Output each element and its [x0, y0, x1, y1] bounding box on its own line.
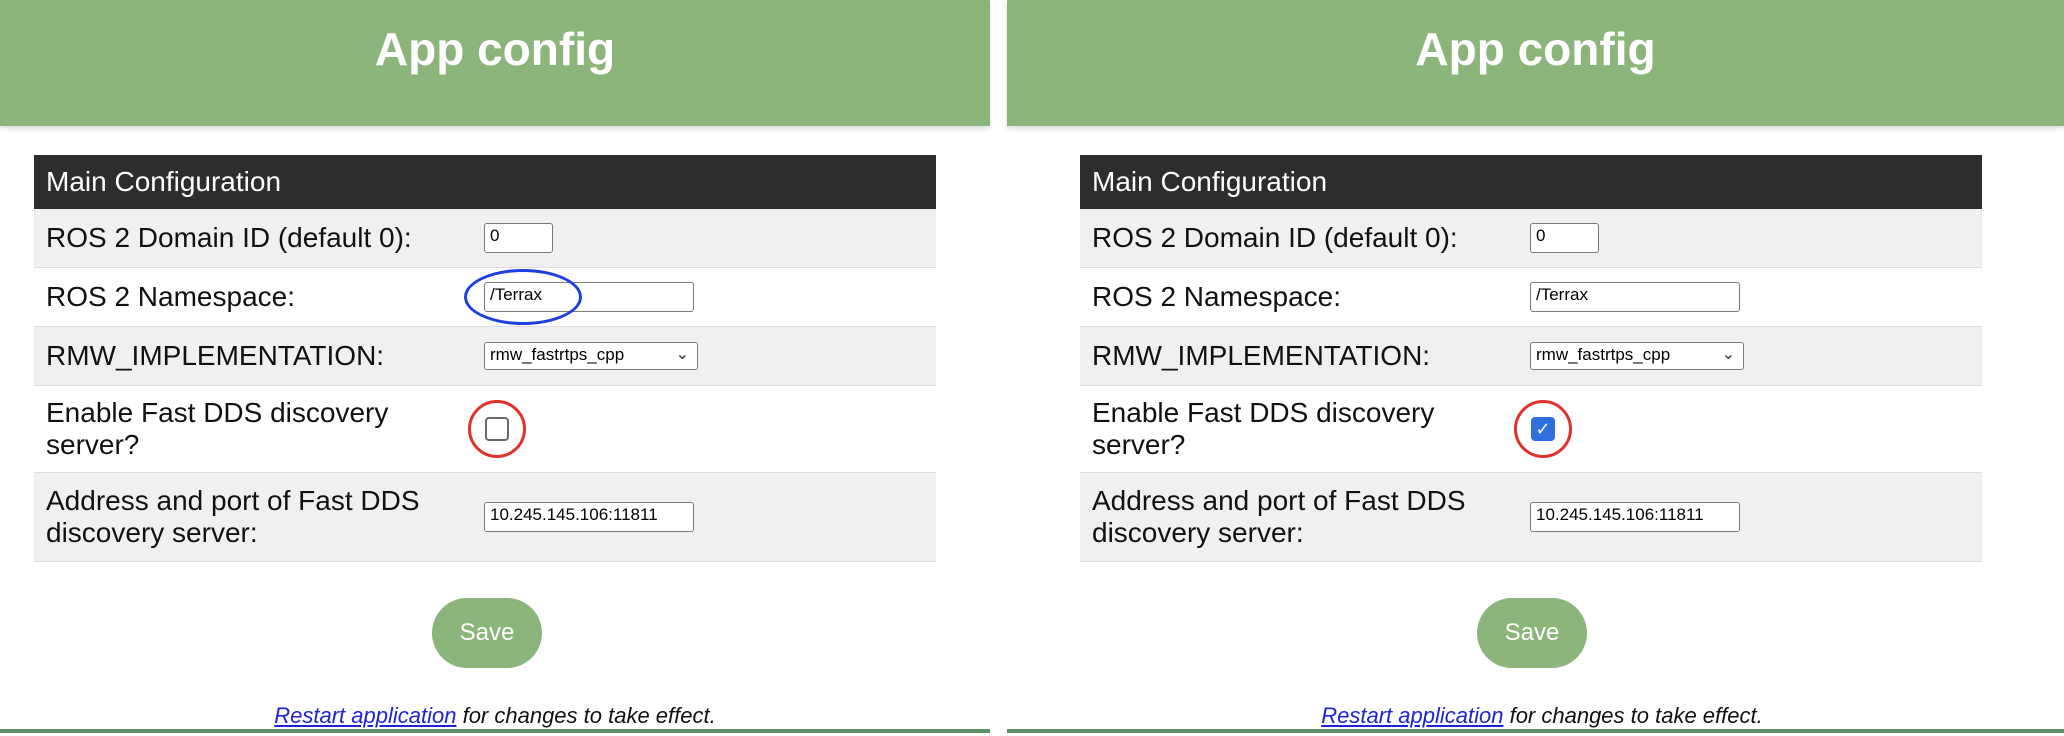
discovery-address-label: Address and port of Fast DDS discovery s…	[1080, 485, 1530, 549]
namespace-input[interactable]: /Terrax	[1530, 282, 1740, 312]
rmw-row: RMW_IMPLEMENTATION: rmw_fastrtps_cpp ⌄	[34, 327, 936, 386]
domain-id-label: ROS 2 Domain ID (default 0):	[46, 222, 412, 253]
main-config-card: Main Configuration ROS 2 Domain ID (defa…	[34, 155, 936, 562]
discovery-enable-label-line1: Enable Fast DDS discovery	[1092, 397, 1435, 428]
rmw-label: RMW_IMPLEMENTATION:	[46, 340, 385, 371]
save-button[interactable]: Save	[1477, 598, 1587, 668]
discovery-enable-row: Enable Fast DDS discovery server?	[34, 386, 936, 473]
discovery-enable-label-line1: Enable Fast DDS discovery	[46, 397, 389, 428]
highlight-annotation-red	[1514, 400, 1572, 458]
restart-application-link[interactable]: Restart application	[1321, 703, 1503, 728]
restart-note-text: for changes to take effect.	[456, 703, 716, 728]
rmw-row: RMW_IMPLEMENTATION: rmw_fastrtps_cpp ⌄	[1080, 327, 1982, 386]
rmw-selected-value: rmw_fastrtps_cpp	[490, 345, 625, 364]
domain-id-input[interactable]: 0	[484, 223, 553, 253]
footer-divider	[0, 729, 990, 733]
discovery-address-input[interactable]: 10.245.145.106:11811	[484, 502, 694, 532]
main-config-card: Main Configuration ROS 2 Domain ID (defa…	[1080, 155, 1982, 562]
discovery-address-label-line2: discovery server:	[46, 517, 258, 548]
app-header: App config	[1007, 0, 2064, 126]
footer-divider	[1007, 729, 2064, 733]
rmw-label: RMW_IMPLEMENTATION:	[1092, 340, 1431, 371]
discovery-address-label: Address and port of Fast DDS discovery s…	[34, 485, 484, 549]
config-panel-before: App config Main Configuration ROS 2 Doma…	[0, 0, 990, 736]
domain-id-label: ROS 2 Domain ID (default 0):	[1092, 222, 1458, 253]
restart-note: Restart application for changes to take …	[0, 703, 990, 729]
discovery-address-row: Address and port of Fast DDS discovery s…	[34, 473, 936, 562]
app-header: App config	[0, 0, 990, 126]
rmw-select[interactable]: rmw_fastrtps_cpp ⌄	[1530, 342, 1744, 370]
save-button[interactable]: Save	[432, 598, 542, 668]
discovery-address-row: Address and port of Fast DDS discovery s…	[1080, 473, 1982, 562]
rmw-selected-value: rmw_fastrtps_cpp	[1536, 345, 1671, 364]
chevron-down-icon: ⌄	[1721, 346, 1735, 363]
chevron-down-icon: ⌄	[675, 346, 689, 363]
discovery-enable-label-line2: server?	[46, 429, 140, 460]
section-title: Main Configuration	[34, 155, 936, 209]
domain-id-row: ROS 2 Domain ID (default 0): 0	[1080, 209, 1982, 268]
discovery-address-label-line2: discovery server:	[1092, 517, 1304, 548]
namespace-label: ROS 2 Namespace:	[46, 281, 295, 312]
discovery-address-label-line1: Address and port of Fast DDS	[1092, 485, 1466, 516]
discovery-enable-label: Enable Fast DDS discovery server?	[1080, 397, 1530, 461]
restart-note: Restart application for changes to take …	[1047, 703, 2037, 729]
config-panel-after: App config Main Configuration ROS 2 Doma…	[1007, 0, 2064, 736]
domain-id-input[interactable]: 0	[1530, 223, 1599, 253]
namespace-label: ROS 2 Namespace:	[1092, 281, 1341, 312]
section-title: Main Configuration	[1080, 155, 1982, 209]
discovery-enable-label: Enable Fast DDS discovery server?	[34, 397, 484, 461]
page-title: App config	[374, 23, 616, 75]
namespace-row: ROS 2 Namespace: /Terrax	[34, 268, 936, 327]
page-title: App config	[1415, 23, 1656, 75]
highlight-annotation-red	[468, 400, 526, 458]
discovery-enable-label-line2: server?	[1092, 429, 1186, 460]
namespace-row: ROS 2 Namespace: /Terrax	[1080, 268, 1982, 327]
domain-id-row: ROS 2 Domain ID (default 0): 0	[34, 209, 936, 268]
restart-note-text: for changes to take effect.	[1503, 703, 1763, 728]
discovery-address-input[interactable]: 10.245.145.106:11811	[1530, 502, 1740, 532]
restart-application-link[interactable]: Restart application	[274, 703, 456, 728]
discovery-address-label-line1: Address and port of Fast DDS	[46, 485, 420, 516]
discovery-enable-row: Enable Fast DDS discovery server? ✓	[1080, 386, 1982, 473]
rmw-select[interactable]: rmw_fastrtps_cpp ⌄	[484, 342, 698, 370]
highlight-annotation-blue	[464, 269, 582, 325]
